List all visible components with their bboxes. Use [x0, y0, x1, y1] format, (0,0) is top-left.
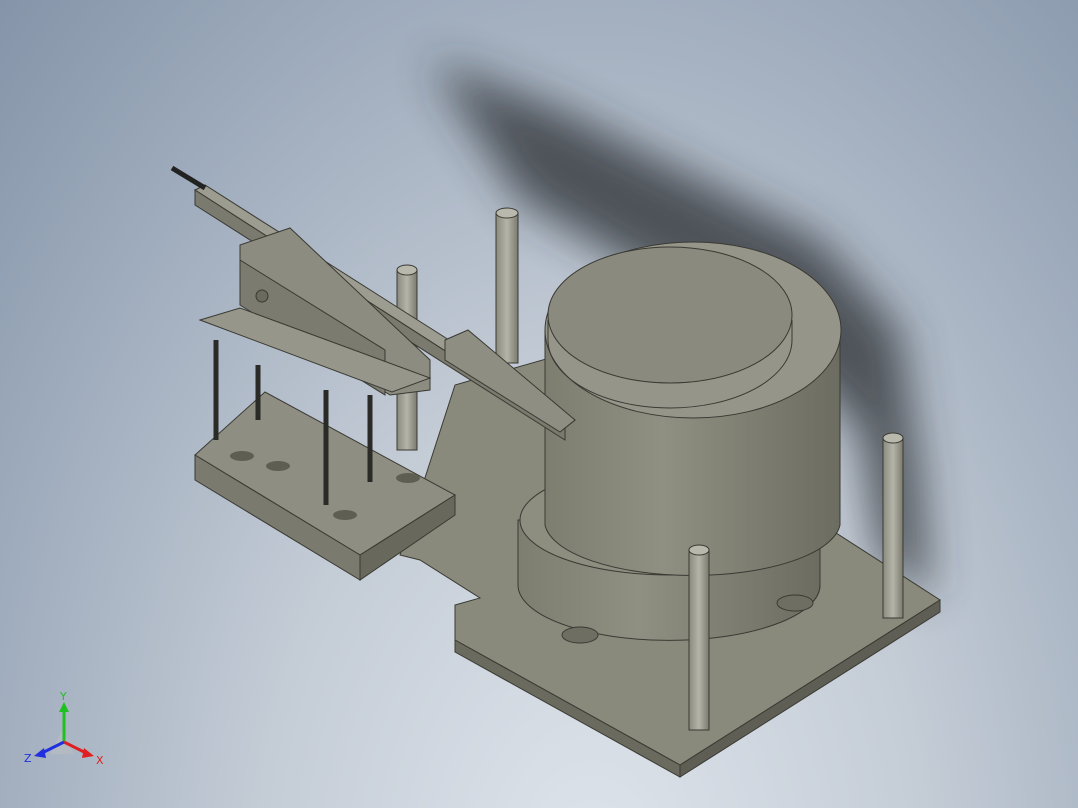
model-3d-view[interactable] — [0, 0, 1078, 808]
y-axis-label: Y — [59, 692, 67, 703]
axis-triad: Y X Z — [24, 692, 104, 767]
z-axis-label: Z — [24, 752, 32, 765]
support-post-back — [495, 207, 519, 364]
cad-viewport[interactable]: Y X Z — [0, 0, 1078, 808]
z-axis-arrow — [34, 748, 46, 758]
support-post-front — [688, 544, 710, 731]
y-axis-arrow — [59, 702, 69, 712]
support-post-right — [882, 432, 904, 619]
x-axis-label: X — [96, 754, 104, 767]
vibratory-bowl — [517, 241, 842, 644]
x-axis-arrow — [82, 748, 94, 758]
